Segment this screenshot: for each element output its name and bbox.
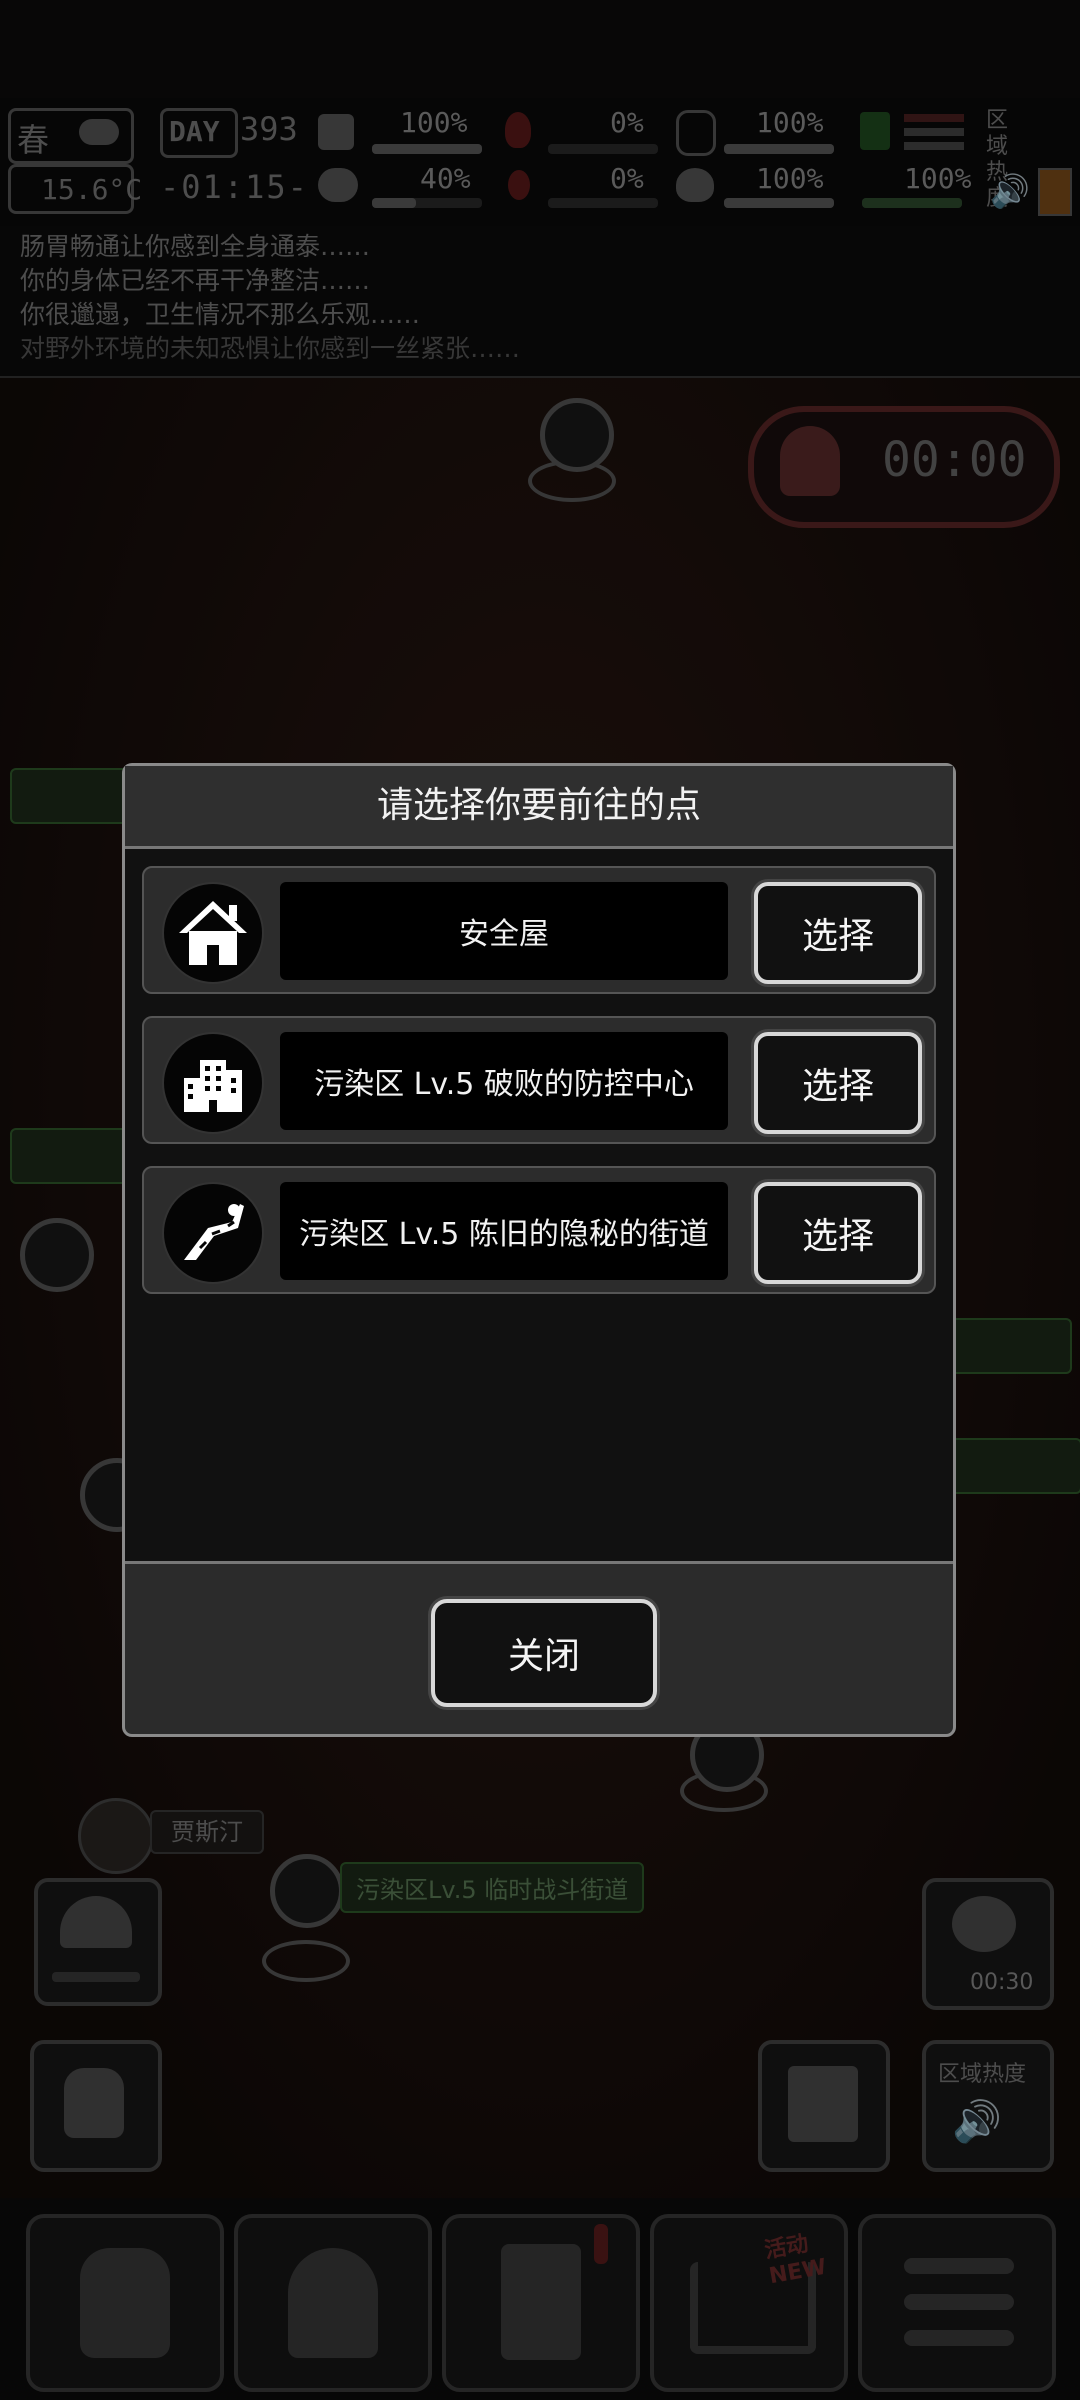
destination-name: 污染区 Lv.5 陈旧的隐秘的街道 xyxy=(280,1182,728,1280)
destination-dialog: 请选择你要前往的点 安全屋 选择 污染区 Lv.5 破败的防控中心 选择 污染区… xyxy=(122,763,956,1737)
house-icon xyxy=(162,882,264,984)
select-hidden-street-button[interactable]: 选择 xyxy=(754,1182,922,1284)
building-icon xyxy=(162,1032,264,1134)
close-button[interactable]: 关闭 xyxy=(431,1599,657,1707)
road-icon xyxy=(162,1182,264,1284)
destination-row-safehouse: 安全屋 选择 xyxy=(142,866,936,994)
select-control-center-button[interactable]: 选择 xyxy=(754,1032,922,1134)
destination-name: 污染区 Lv.5 破败的防控中心 xyxy=(280,1032,728,1130)
select-safehouse-button[interactable]: 选择 xyxy=(754,882,922,984)
destination-list: 安全屋 选择 污染区 Lv.5 破败的防控中心 选择 污染区 Lv.5 陈旧的隐… xyxy=(125,849,953,1564)
destination-row-hidden-street: 污染区 Lv.5 陈旧的隐秘的街道 选择 xyxy=(142,1166,936,1294)
dialog-title: 请选择你要前往的点 xyxy=(125,766,953,849)
destination-name: 安全屋 xyxy=(280,882,728,980)
destination-row-control-center: 污染区 Lv.5 破败的防控中心 选择 xyxy=(142,1016,936,1144)
